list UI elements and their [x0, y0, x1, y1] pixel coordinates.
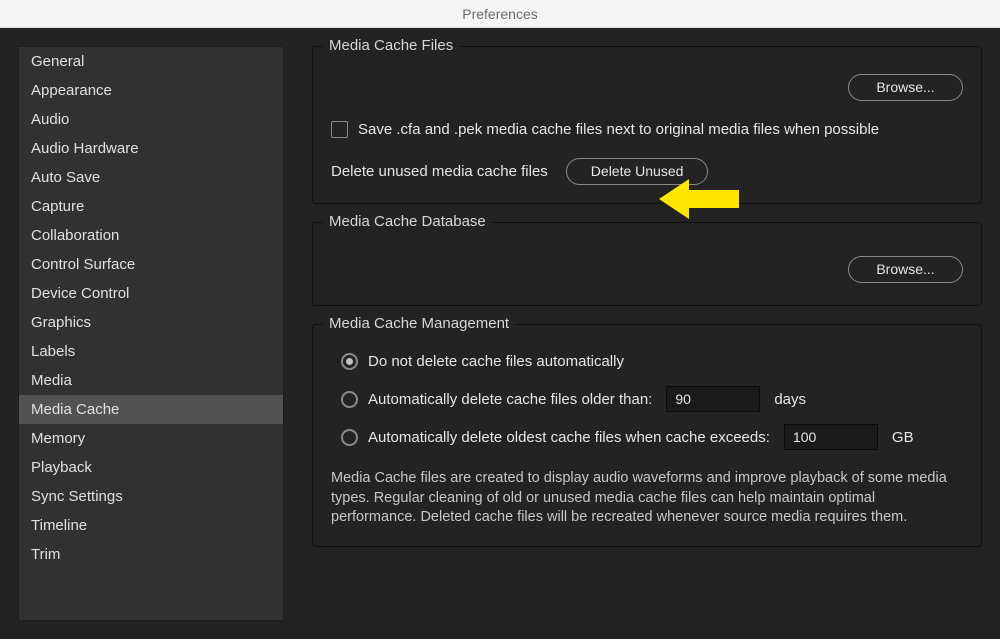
- sidebar-item-trim[interactable]: Trim: [19, 540, 283, 569]
- titlebar: Preferences: [0, 0, 1000, 28]
- group-media-cache-management: Media Cache Management Do not delete cac…: [312, 324, 982, 547]
- sidebar-item-labels[interactable]: Labels: [19, 337, 283, 366]
- sidebar-item-playback[interactable]: Playback: [19, 453, 283, 482]
- group-title-media-cache-database: Media Cache Database: [323, 213, 492, 230]
- preferences-sidebar: General Appearance Audio Audio Hardware …: [18, 46, 284, 621]
- cache-size-limit-input[interactable]: [784, 424, 878, 450]
- cache-management-help-text: Media Cache files are created to display…: [331, 469, 963, 528]
- sidebar-item-appearance[interactable]: Appearance: [19, 76, 283, 105]
- days-unit-label: days: [774, 391, 806, 408]
- delete-unused-label: Delete unused media cache files: [331, 163, 548, 180]
- radio-do-not-delete-label: Do not delete cache files automatically: [368, 353, 624, 370]
- sidebar-item-media[interactable]: Media: [19, 366, 283, 395]
- radio-do-not-delete[interactable]: [341, 353, 358, 370]
- preferences-workspace: General Appearance Audio Audio Hardware …: [0, 28, 1000, 639]
- sidebar-item-device-control[interactable]: Device Control: [19, 279, 283, 308]
- browse-cache-database-button[interactable]: Browse...: [848, 256, 963, 283]
- window-title: Preferences: [462, 6, 537, 22]
- radio-delete-older-than-label: Automatically delete cache files older t…: [368, 391, 652, 408]
- group-title-media-cache-management: Media Cache Management: [323, 315, 515, 332]
- group-media-cache-database: Media Cache Database Browse...: [312, 222, 982, 306]
- radio-delete-older-than[interactable]: [341, 391, 358, 408]
- sidebar-item-media-cache[interactable]: Media Cache: [19, 395, 283, 424]
- sidebar-item-collaboration[interactable]: Collaboration: [19, 221, 283, 250]
- sidebar-item-auto-save[interactable]: Auto Save: [19, 163, 283, 192]
- delete-unused-button[interactable]: Delete Unused: [566, 158, 709, 185]
- group-title-media-cache-files: Media Cache Files: [323, 37, 459, 54]
- save-next-to-original-checkbox[interactable]: [331, 121, 348, 138]
- sidebar-item-audio-hardware[interactable]: Audio Hardware: [19, 134, 283, 163]
- sidebar-item-control-surface[interactable]: Control Surface: [19, 250, 283, 279]
- sidebar-item-memory[interactable]: Memory: [19, 424, 283, 453]
- save-next-to-original-label: Save .cfa and .pek media cache files nex…: [358, 121, 879, 138]
- sidebar-item-capture[interactable]: Capture: [19, 192, 283, 221]
- sidebar-item-timeline[interactable]: Timeline: [19, 511, 283, 540]
- gb-unit-label: GB: [892, 429, 914, 446]
- sidebar-item-sync-settings[interactable]: Sync Settings: [19, 482, 283, 511]
- sidebar-item-general[interactable]: General: [19, 47, 283, 76]
- sidebar-item-audio[interactable]: Audio: [19, 105, 283, 134]
- radio-delete-when-exceeds[interactable]: [341, 429, 358, 446]
- group-media-cache-files: Media Cache Files Browse... Save .cfa an…: [312, 46, 982, 204]
- delete-older-than-days-input[interactable]: [666, 386, 760, 412]
- radio-delete-when-exceeds-label: Automatically delete oldest cache files …: [368, 429, 770, 446]
- preferences-content: Media Cache Files Browse... Save .cfa an…: [284, 46, 982, 621]
- sidebar-item-graphics[interactable]: Graphics: [19, 308, 283, 337]
- browse-cache-files-button[interactable]: Browse...: [848, 74, 963, 101]
